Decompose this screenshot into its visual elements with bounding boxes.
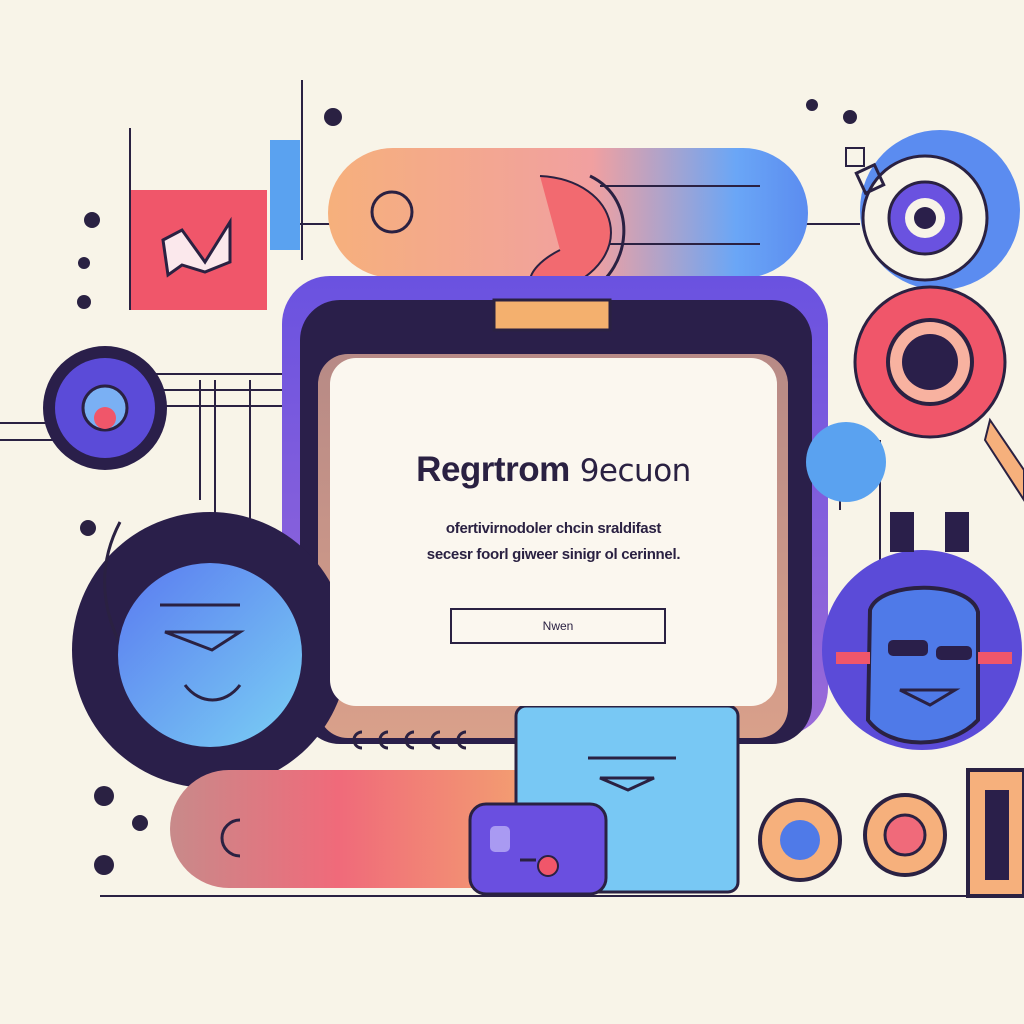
robot-head-icon: [822, 512, 1022, 750]
dialog-description-line-1: ofertivirnodoler chcin sraldifast: [445, 520, 662, 537]
target-icon: [43, 346, 167, 470]
dialog-action-button[interactable]: Nwen: [450, 608, 666, 644]
dialog-title-second: 9ecuon: [579, 453, 692, 489]
dialog-title-main: Regrtrom: [416, 450, 570, 489]
registration-dialog: Regrtrom 9ecuon ofertivirnodoler chcin sr…: [330, 358, 777, 706]
dialog-title: Regrtrom 9ecuon: [330, 450, 777, 490]
dialog-description: ofertivirnodoler chcin sraldifast secesr…: [360, 516, 747, 568]
play-badge-icon: [131, 190, 267, 310]
smiley-face-icon: [72, 512, 348, 788]
camera-icon: [468, 802, 608, 896]
dialog-description-line-2: secesr foorl giweer sinigr ol cerinnel.: [426, 546, 681, 563]
